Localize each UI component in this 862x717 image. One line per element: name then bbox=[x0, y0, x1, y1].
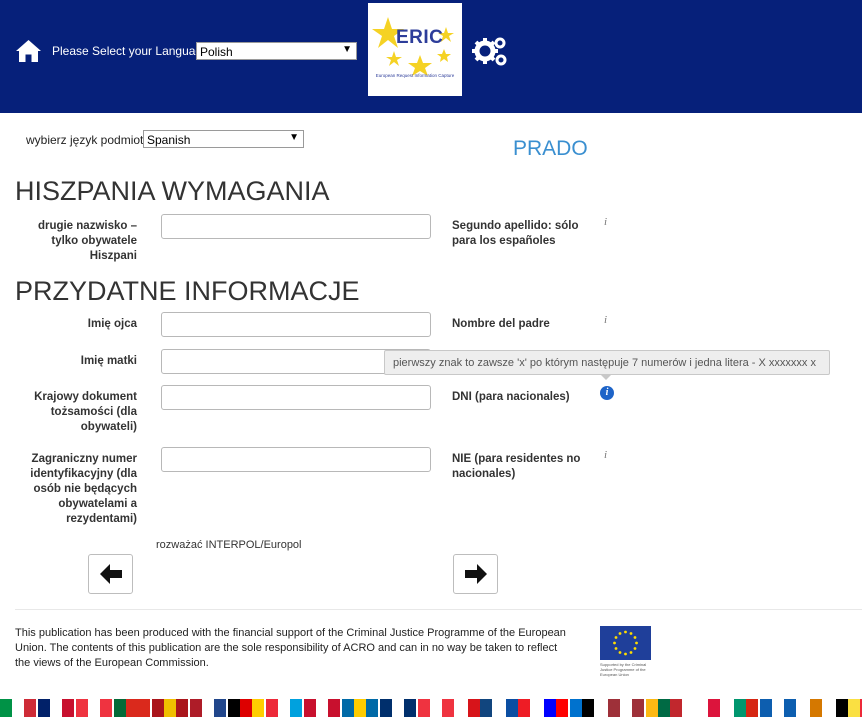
country-flag-icon[interactable] bbox=[228, 699, 264, 717]
eu-flag-icon bbox=[600, 626, 651, 660]
country-flag-icon[interactable] bbox=[304, 699, 340, 717]
field-label-foreign-id: Zagraniczny numer identyfikacyjny (dla o… bbox=[30, 453, 137, 525]
country-flag-icon[interactable] bbox=[38, 699, 74, 717]
header-bar: Please Select your Language Polish ▼ ERI… bbox=[0, 0, 862, 113]
eu-logo: Supported by the Criminal Justice Progra… bbox=[600, 626, 652, 678]
country-flag-icon[interactable] bbox=[76, 699, 112, 717]
tooltip-caret bbox=[600, 374, 612, 380]
country-flag-icon[interactable] bbox=[760, 699, 796, 717]
chevron-down-icon: ▼ bbox=[289, 132, 299, 143]
logo-subtitle: European Request Information Capture bbox=[375, 73, 455, 78]
arrow-left-icon bbox=[100, 564, 122, 584]
subject-language-value: Spanish bbox=[147, 133, 191, 147]
country-flag-icon[interactable] bbox=[532, 699, 568, 717]
country-flag-icon[interactable] bbox=[266, 699, 302, 717]
country-flag-icon[interactable] bbox=[456, 699, 492, 717]
country-flag-icon[interactable] bbox=[0, 699, 36, 717]
spanish-label-foreign-id: NIE (para residentes no nacionales) bbox=[452, 453, 581, 480]
father-name-input[interactable] bbox=[161, 312, 431, 337]
country-flag-icon[interactable] bbox=[494, 699, 530, 717]
country-flag-icon[interactable] bbox=[722, 699, 758, 717]
gear-icon[interactable] bbox=[472, 34, 508, 68]
spanish-label-national-id: DNI (para nacionales) bbox=[452, 391, 570, 403]
section-title-requirements: HISZPANIA WYMAGANIA bbox=[15, 176, 330, 206]
second-surname-input[interactable] bbox=[161, 214, 431, 239]
subject-language-select[interactable]: Spanish ▼ bbox=[143, 130, 304, 148]
country-flag-icon[interactable] bbox=[190, 699, 226, 717]
next-button[interactable] bbox=[453, 554, 498, 594]
eu-caption: Supported by the Criminal Justice Progra… bbox=[600, 662, 647, 677]
info-icon[interactable]: i bbox=[604, 449, 607, 461]
country-flag-icon[interactable] bbox=[342, 699, 378, 717]
country-flag-icon[interactable] bbox=[152, 699, 188, 717]
info-icon[interactable]: i bbox=[604, 216, 607, 228]
national-id-input[interactable] bbox=[161, 385, 431, 410]
country-flag-icon[interactable] bbox=[570, 699, 606, 717]
country-flag-icon[interactable] bbox=[684, 699, 720, 717]
spanish-label-second-surname: Segundo apellido: sólo para los españole… bbox=[452, 220, 579, 247]
country-flag-icon[interactable] bbox=[608, 699, 644, 717]
interpol-note: rozważać INTERPOL/Europol bbox=[156, 539, 302, 551]
subject-language-label: wybierz język podmiotu bbox=[26, 133, 151, 147]
country-flag-icon[interactable] bbox=[418, 699, 454, 717]
arrow-right-icon bbox=[465, 564, 487, 584]
tooltip: pierwszy znak to zawsze 'x' po którym na… bbox=[384, 350, 830, 375]
field-label-second-surname: drugie nazwisko – tylko obywatele Hiszpa… bbox=[37, 220, 137, 262]
field-label-national-id: Krajowy dokument tożsamości (dla obywate… bbox=[34, 391, 137, 433]
language-select-value: Polish bbox=[200, 45, 233, 59]
language-prompt: Please Select your Language bbox=[52, 44, 209, 58]
country-flag-icon[interactable] bbox=[646, 699, 682, 717]
chevron-down-icon: ▼ bbox=[342, 44, 352, 55]
info-icon[interactable]: i bbox=[604, 314, 607, 326]
country-flag-icon[interactable] bbox=[836, 699, 862, 717]
eric-logo: ERIC European Request Information Captur… bbox=[368, 3, 462, 96]
back-button[interactable] bbox=[88, 554, 133, 594]
star-decoration-icon bbox=[372, 17, 454, 76]
field-label-father-name: Imię ojca bbox=[87, 318, 137, 330]
language-flags-bar bbox=[0, 699, 862, 717]
home-icon[interactable] bbox=[15, 39, 42, 63]
logo-title: ERIC bbox=[396, 27, 444, 48]
field-label-mother-name: Imię matki bbox=[80, 355, 137, 367]
footer-disclaimer: This publication has been produced with … bbox=[15, 627, 566, 669]
footer-divider bbox=[15, 609, 862, 610]
country-flag-icon[interactable] bbox=[798, 699, 834, 717]
country-flag-icon[interactable] bbox=[380, 699, 416, 717]
language-select[interactable]: Polish ▼ bbox=[196, 42, 357, 60]
country-flag-icon[interactable] bbox=[114, 699, 150, 717]
section-title-useful-info: PRZYDATNE INFORMACJE bbox=[15, 276, 360, 306]
spanish-label-father-name: Nombre del padre bbox=[452, 318, 550, 330]
prado-link[interactable]: PRADO bbox=[513, 137, 588, 161]
info-icon-active[interactable]: i bbox=[600, 386, 614, 400]
foreign-id-input[interactable] bbox=[161, 447, 431, 472]
